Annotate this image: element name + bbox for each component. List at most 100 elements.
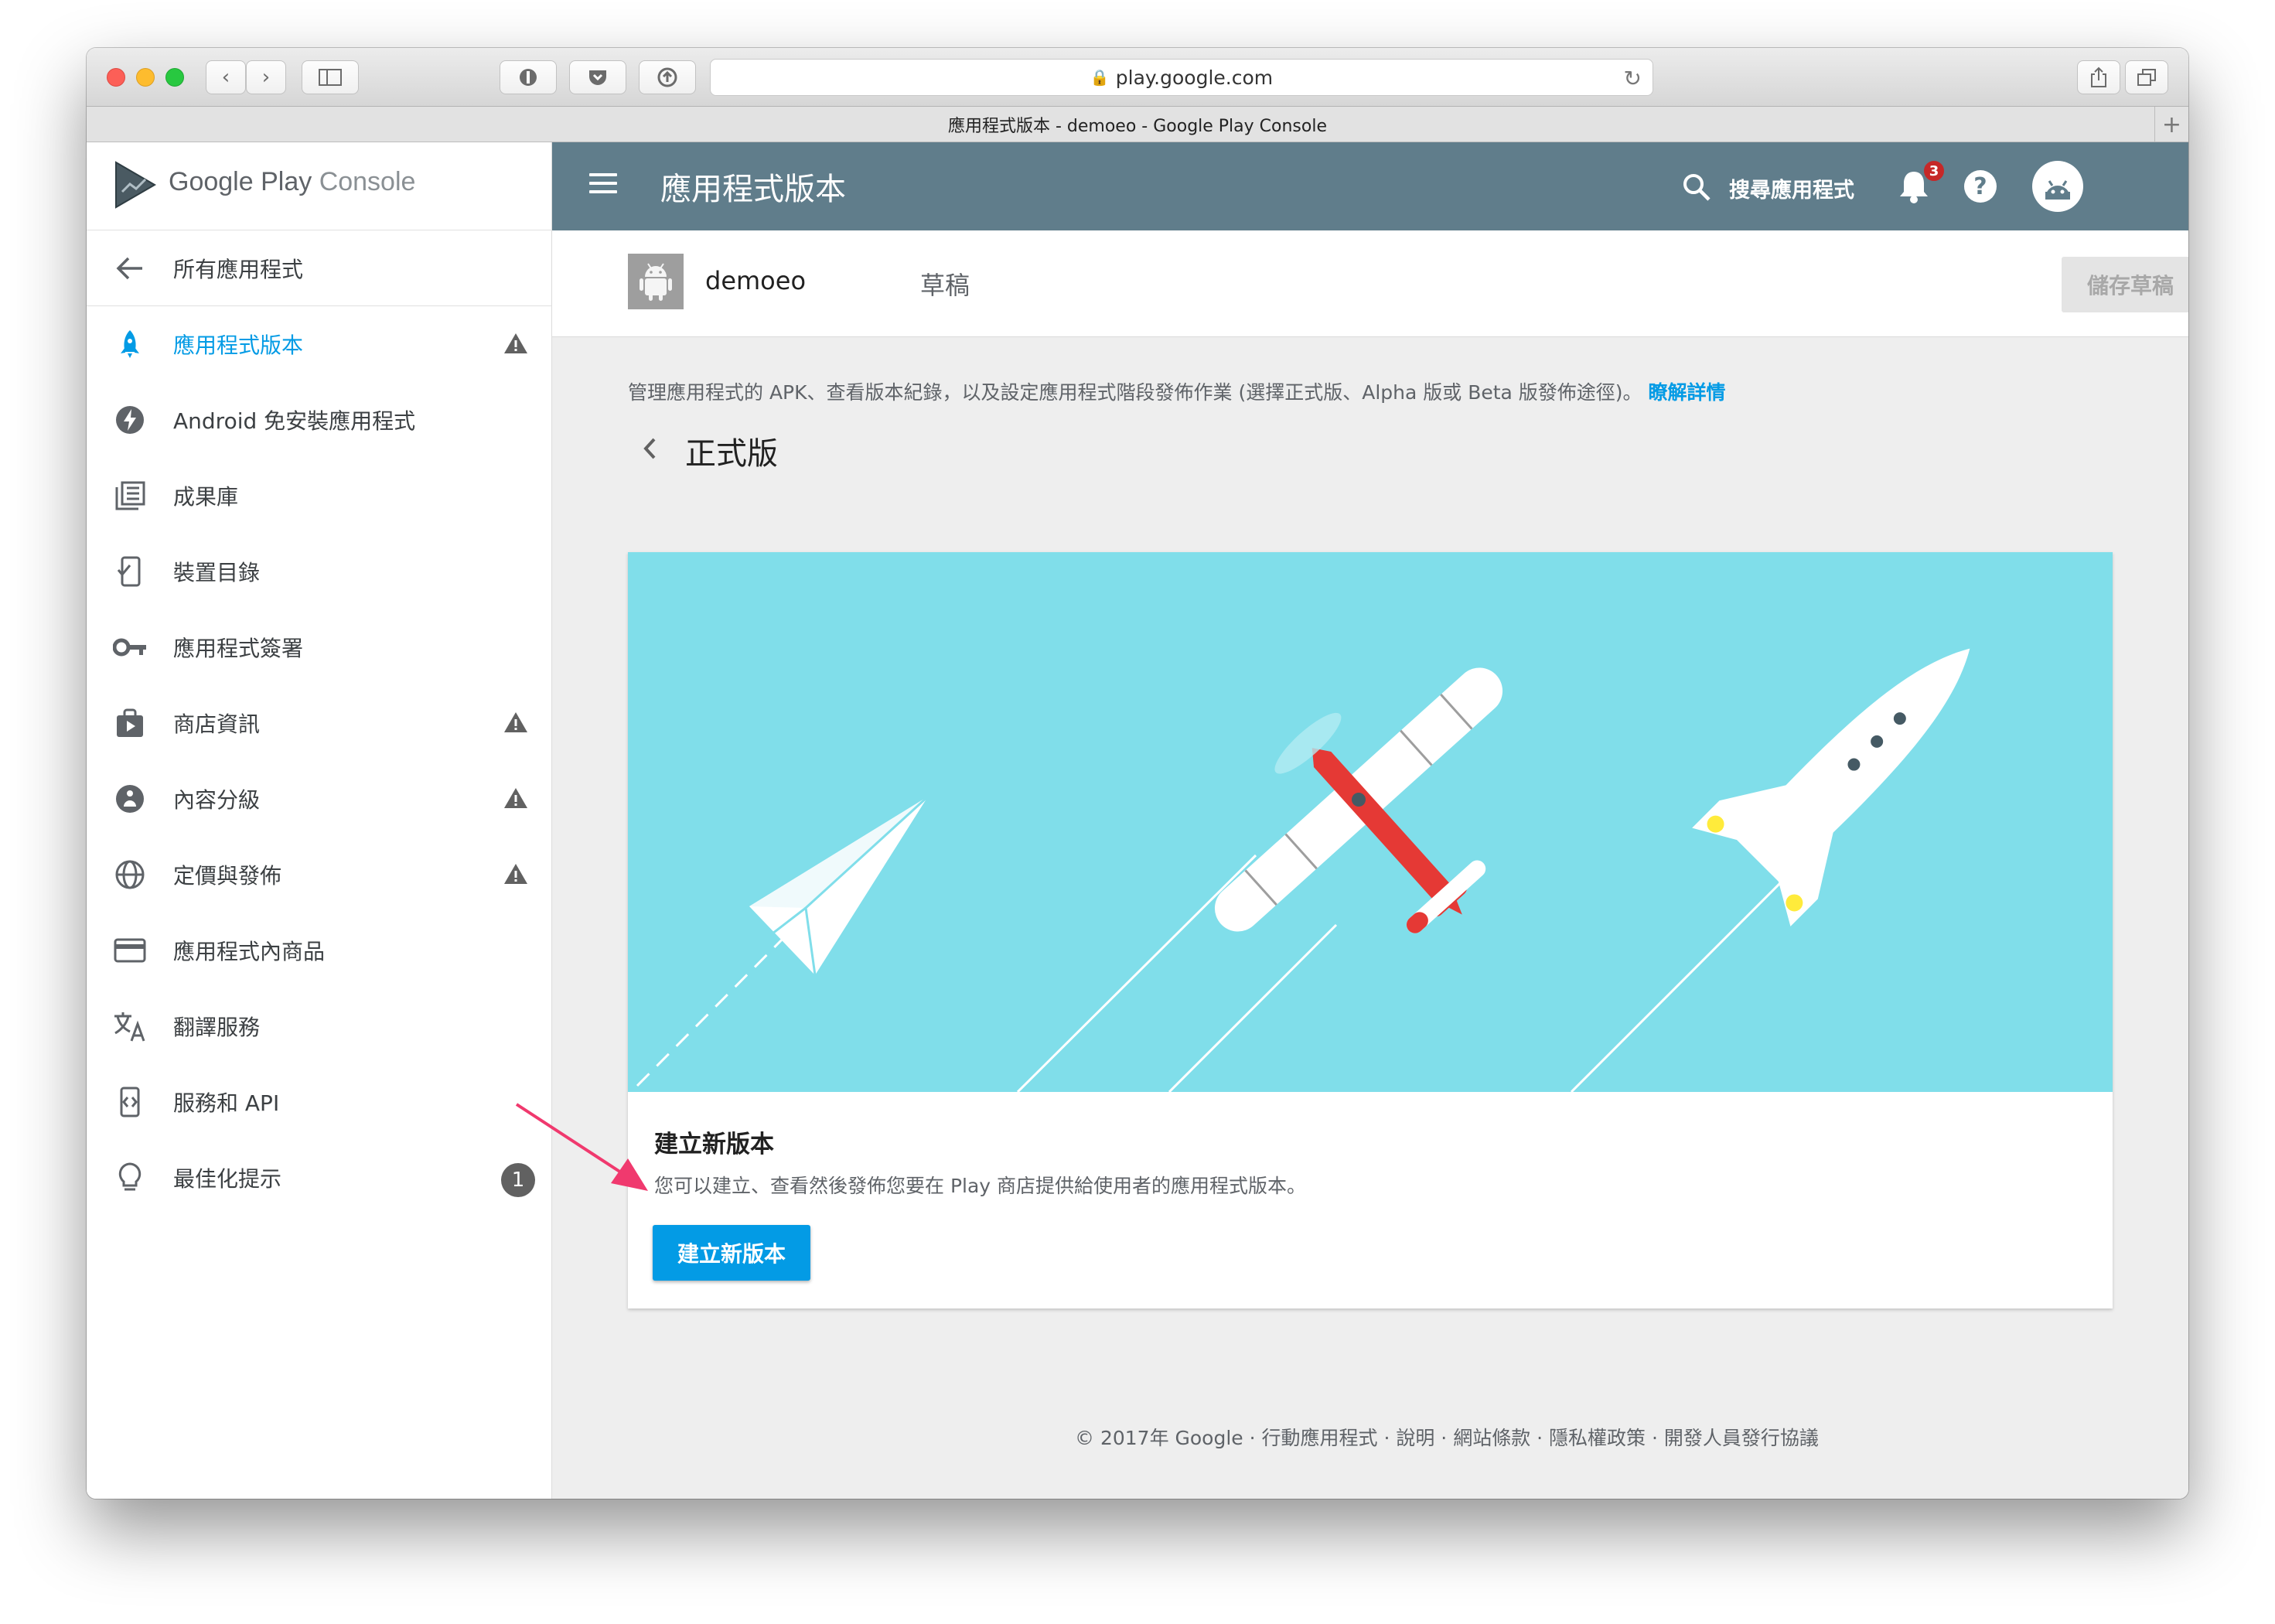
store-listing-icon [113, 706, 147, 740]
account-avatar[interactable] [2032, 161, 2083, 212]
library-icon [113, 479, 147, 513]
sidebar-item-label: 定價與發佈 [173, 863, 282, 889]
brand-play: Google Play [169, 167, 312, 196]
minimize-window-button[interactable] [136, 68, 155, 87]
sidebar-item-label: 翻譯服務 [173, 1015, 261, 1040]
lock-icon: 🔒 [1090, 68, 1110, 87]
paper-plane-icon [749, 795, 929, 976]
arrow-left-icon [113, 251, 147, 285]
footer[interactable]: © 2017年 Google · 行動應用程式 · 說明 · 網站條款 · 隱私… [1075, 1423, 1819, 1451]
sidebar-item-label: 應用程式內商品 [173, 939, 326, 964]
sidebar-item-2[interactable]: Android 免安裝應用程式 [87, 382, 552, 458]
app-subheader: demoeo 草稿 儲存草稿 [552, 230, 2188, 337]
help-icon[interactable]: ? [1964, 170, 1997, 203]
sidebar-item-label: 成果庫 [173, 484, 239, 510]
learn-more-link[interactable]: 瞭解詳情 [1649, 381, 1726, 404]
sidebar-item-11[interactable]: 服務和 API [87, 1064, 552, 1140]
sidebar-item-1[interactable]: 應用程式版本 [87, 306, 552, 382]
extension-button[interactable] [639, 60, 696, 94]
rocket-trail [1570, 865, 1799, 1092]
hamburger-menu-icon[interactable] [589, 173, 617, 196]
key-icon [113, 630, 147, 664]
create-release-button[interactable]: 建立新版本 [653, 1225, 810, 1281]
brand-header[interactable]: Google Play Console [87, 142, 552, 230]
sidebar-item-10[interactable]: 翻譯服務 [87, 988, 552, 1064]
play-console-logo-icon [115, 161, 156, 209]
warning-icon [503, 786, 529, 813]
sidebar-item-9[interactable]: 應用程式內商品 [87, 913, 552, 988]
content-rating-icon [113, 782, 147, 816]
sidebar-item-8[interactable]: 定價與發佈 [87, 837, 552, 913]
tab-bar: 應用程式版本 - demoeo - Google Play Console + [87, 107, 2188, 142]
section-title: 正式版 [685, 436, 778, 472]
app-icon [628, 254, 684, 309]
credit-card-icon [113, 933, 147, 967]
sidebar-item-4[interactable]: 裝置目錄 [87, 534, 552, 609]
sidebar-item-12[interactable]: 最佳化提示 1 [87, 1140, 552, 1216]
sidebar-item-label: 服務和 API [173, 1090, 280, 1116]
sidebar-item-3[interactable]: 成果庫 [87, 458, 552, 534]
globe-icon [113, 858, 147, 892]
reload-icon[interactable]: ↻ [1624, 66, 1642, 91]
all-apps-link[interactable]: 所有應用程式 [87, 230, 552, 306]
upload-circle-icon [657, 67, 677, 87]
sidebar-item-5[interactable]: 應用程式簽署 [87, 609, 552, 685]
app-status: 草稿 [920, 271, 970, 300]
forward-nav-button[interactable]: › [246, 60, 286, 94]
lightning-icon [113, 403, 147, 437]
chevron-left-icon: ‹ [221, 66, 230, 89]
sidebar-item-7[interactable]: 內容分級 [87, 761, 552, 837]
sidebar: Google Play Console 所有應用程式 應用程式版本 Android… [87, 142, 552, 1499]
share-icon [2091, 67, 2106, 87]
browser-toolbar: ‹ › 🔒 play.google.com ↻ [87, 48, 2188, 107]
sidebar-toggle-button[interactable] [302, 60, 359, 94]
browser-window: ‹ › 🔒 play.google.com ↻ 應用程式版本 - demoeo … [87, 48, 2188, 1499]
sidebar-item-6[interactable]: 商店資訊 [87, 685, 552, 761]
zoom-window-button[interactable] [165, 68, 184, 87]
new-tab-button[interactable]: + [2154, 107, 2188, 142]
tab-title[interactable]: 應用程式版本 - demoeo - Google Play Console [948, 112, 1327, 137]
back-nav-button[interactable]: ‹ [206, 60, 246, 94]
brand-console: Console [319, 167, 416, 196]
warning-icon [503, 332, 529, 358]
pocket-button[interactable] [569, 60, 626, 94]
card-title: 建立新版本 [654, 1131, 774, 1158]
search-icon[interactable] [1681, 172, 1712, 203]
shield-icon [520, 69, 537, 86]
android-avatar-icon [2045, 180, 2070, 200]
privacy-extension-button[interactable] [500, 60, 557, 94]
pocket-icon [589, 70, 606, 85]
rocket-icon [1692, 648, 1970, 926]
save-draft-button[interactable]: 儲存草稿 [2062, 257, 2188, 312]
hero-illustration [628, 552, 2113, 1092]
address-text: play.google.com [1115, 66, 1274, 89]
sidebar-item-label: 最佳化提示 [173, 1166, 282, 1192]
count-badge: 1 [501, 1163, 535, 1197]
flight-illustration [636, 648, 1970, 1092]
sidebar-item-label: 裝置目錄 [173, 560, 261, 585]
share-button[interactable] [2077, 60, 2120, 94]
chevron-right-icon: › [261, 66, 271, 89]
app-bar: 應用程式版本 搜尋應用程式 3 ? [552, 142, 2188, 230]
page-title: 應用程式版本 [660, 172, 846, 207]
all-apps-label: 所有應用程式 [173, 256, 304, 282]
page-description: 管理應用程式的 APK、查看版本紀錄，以及設定應用程式階段發佈作業 (選擇正式版… [628, 377, 1726, 405]
app-name: demoeo [705, 266, 807, 295]
sidebar-item-label: 應用程式版本 [173, 333, 304, 358]
search-apps-link[interactable]: 搜尋應用程式 [1729, 173, 1854, 203]
lightbulb-icon [113, 1161, 147, 1195]
airplane-trail-1 [1016, 854, 1257, 1092]
create-release-card: 建立新版本 您可以建立、查看然後發佈您要在 Play 商店提供給使用者的應用程式… [628, 552, 2113, 1308]
chevron-left-icon[interactable] [640, 433, 659, 464]
airplane-icon [1214, 667, 1503, 933]
close-window-button[interactable] [107, 68, 125, 87]
main-content: 應用程式版本 搜尋應用程式 3 ? demoeo 草稿 儲存草稿 管理應用程式的… [552, 142, 2188, 1499]
translate-icon [113, 1009, 147, 1043]
sidebar-item-label: 內容分級 [173, 787, 261, 813]
rocket-icon [113, 327, 147, 361]
address-bar[interactable]: 🔒 play.google.com ↻ [710, 59, 1653, 96]
paper-plane-trail [636, 922, 800, 1087]
api-icon [113, 1085, 147, 1119]
tabs-overview-button[interactable] [2125, 60, 2168, 94]
sidebar-icon [319, 69, 342, 86]
